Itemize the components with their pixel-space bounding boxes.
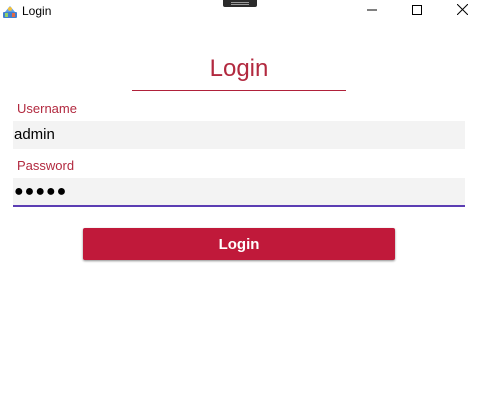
- username-label: Username: [17, 101, 77, 116]
- close-icon: [456, 2, 468, 20]
- login-window: Login Login Username admin Password ●●●●…: [0, 0, 480, 409]
- minimize-icon: [367, 2, 377, 20]
- maximize-icon: [412, 2, 422, 20]
- close-button[interactable]: [439, 0, 480, 22]
- password-label: Password: [17, 158, 75, 173]
- app-icon: [2, 3, 18, 19]
- minimize-button[interactable]: [349, 0, 395, 22]
- password-input[interactable]: ●●●●●: [13, 178, 465, 207]
- login-button[interactable]: Login: [83, 228, 395, 260]
- window-title: Login: [22, 4, 52, 18]
- maximize-button[interactable]: [394, 0, 440, 22]
- login-button-label: Login: [218, 235, 260, 253]
- title-bar[interactable]: Login: [0, 0, 480, 22]
- drag-handle[interactable]: [223, 0, 257, 7]
- page-title: Login: [132, 55, 346, 91]
- username-input[interactable]: admin: [13, 121, 465, 149]
